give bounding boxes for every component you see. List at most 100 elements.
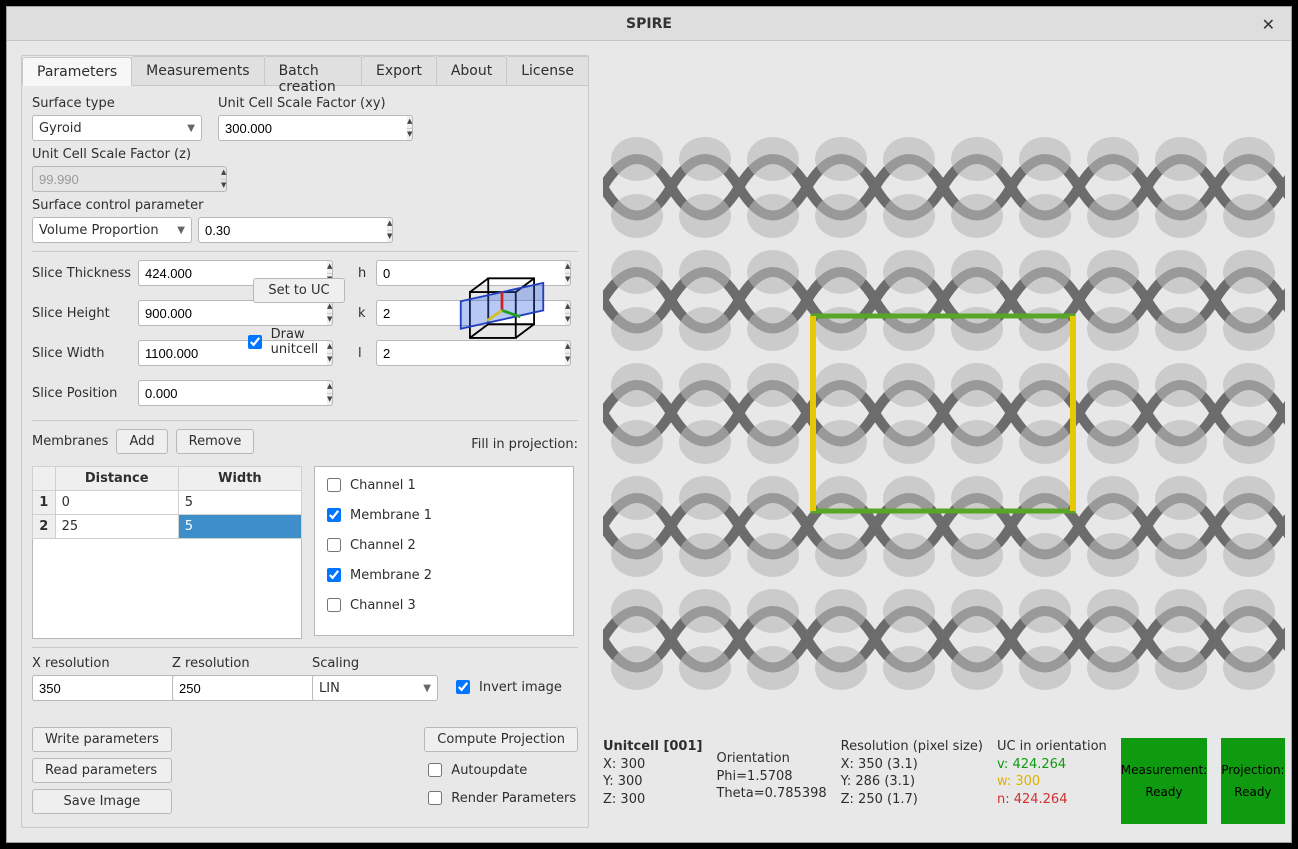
slice-position-input[interactable] bbox=[138, 380, 327, 406]
ucz-label: Unit Cell Scale Factor (z) bbox=[32, 147, 212, 162]
col-width: Width bbox=[178, 467, 301, 491]
ucxy-label: Unit Cell Scale Factor (xy) bbox=[218, 96, 398, 111]
unitcell-cube-icon bbox=[447, 260, 557, 374]
phi: Phi=1.5708 bbox=[716, 769, 792, 784]
app-window: SPIRE ✕ Parameters Measurements Batch cr… bbox=[6, 6, 1292, 843]
draw-unitcell-checkbox[interactable] bbox=[248, 335, 262, 349]
theta: Theta=0.785398 bbox=[716, 786, 826, 801]
h-spinner[interactable]: ▲▼ bbox=[565, 260, 571, 286]
slice-thickness-label: Slice Thickness bbox=[32, 266, 132, 281]
add-membrane-button[interactable]: Add bbox=[116, 429, 167, 454]
surface-type-value: Gyroid bbox=[39, 121, 82, 136]
window-title: SPIRE bbox=[626, 16, 672, 32]
render-params-label: Render Parameters bbox=[451, 791, 576, 806]
projection-preview bbox=[603, 131, 1285, 696]
fill-label: Membrane 2 bbox=[350, 568, 432, 583]
slice-position-spinner[interactable]: ▲▼ bbox=[327, 380, 333, 406]
k-spinner[interactable]: ▲▼ bbox=[565, 300, 571, 326]
projection-status-value: Ready bbox=[1234, 785, 1271, 799]
ctrl-num-input[interactable] bbox=[198, 217, 387, 243]
tab-export[interactable]: Export bbox=[361, 56, 437, 85]
orientation-title: Orientation bbox=[716, 751, 789, 766]
fill-label: Membrane 1 bbox=[350, 508, 432, 523]
fill-checkbox[interactable] bbox=[327, 478, 341, 492]
fill-projection-list: Channel 1 Membrane 1 Channel 2 Membrane 2 Ch… bbox=[314, 466, 574, 636]
fill-projection-item[interactable]: Membrane 2 bbox=[323, 565, 565, 585]
measurement-status-label: Measurement: bbox=[1121, 763, 1207, 777]
k-label: k bbox=[358, 306, 370, 321]
membranes-label: Membranes bbox=[32, 434, 108, 449]
save-image-button[interactable]: Save Image bbox=[32, 789, 172, 814]
unitcell-title: Unitcell [001] bbox=[603, 739, 702, 754]
uc-w: w: 300 bbox=[997, 774, 1040, 789]
tab-license[interactable]: License bbox=[506, 56, 589, 85]
tab-measurements[interactable]: Measurements bbox=[131, 56, 264, 85]
set-to-uc-button[interactable]: Set to UC bbox=[253, 278, 345, 303]
chevron-down-icon: ▼ bbox=[187, 123, 195, 134]
fill-label: Channel 1 bbox=[350, 478, 416, 493]
table-row[interactable]: 105 bbox=[33, 491, 302, 515]
uc-x: X: 300 bbox=[603, 757, 645, 772]
fill-label: Channel 3 bbox=[350, 598, 416, 613]
ctrl-value: Volume Proportion bbox=[39, 223, 159, 238]
uc-orient-title: UC in orientation bbox=[997, 739, 1107, 754]
fill-checkbox[interactable] bbox=[327, 508, 341, 522]
res-y: Y: 286 (3.1) bbox=[841, 774, 916, 789]
remove-membrane-button[interactable]: Remove bbox=[176, 429, 255, 454]
scaling-combo[interactable]: LIN ▼ bbox=[312, 675, 438, 701]
ucxy-input[interactable] bbox=[218, 115, 407, 141]
draw-unitcell-label: Draw unitcell bbox=[271, 327, 354, 357]
fill-checkbox[interactable] bbox=[327, 568, 341, 582]
render-params-checkbox[interactable] bbox=[428, 791, 442, 805]
resolution-title: Resolution (pixel size) bbox=[841, 739, 983, 754]
uc-y: Y: 300 bbox=[603, 774, 643, 789]
compute-projection-button[interactable]: Compute Projection bbox=[424, 727, 578, 752]
fill-projection-item[interactable]: Channel 2 bbox=[323, 535, 565, 555]
close-icon[interactable]: ✕ bbox=[1256, 13, 1281, 36]
ctrl-label: Surface control parameter bbox=[32, 198, 212, 213]
table-row[interactable]: 2255 bbox=[33, 515, 302, 539]
surface-type-combo[interactable]: Gyroid ▼ bbox=[32, 115, 202, 141]
chevron-down-icon: ▼ bbox=[177, 225, 185, 236]
tab-strip: Parameters Measurements Batch creation E… bbox=[22, 56, 588, 86]
fill-label: Channel 2 bbox=[350, 538, 416, 553]
slice-width-label: Slice Width bbox=[32, 346, 132, 361]
scaling-label: Scaling bbox=[312, 656, 442, 671]
invert-image-checkbox[interactable] bbox=[456, 680, 470, 694]
fill-projection-item[interactable]: Channel 3 bbox=[323, 595, 565, 615]
measurement-status-badge: Measurement: Ready bbox=[1121, 738, 1207, 824]
fill-checkbox[interactable] bbox=[327, 538, 341, 552]
tab-about[interactable]: About bbox=[436, 56, 507, 85]
titlebar: SPIRE ✕ bbox=[7, 7, 1291, 41]
fill-projection-item[interactable]: Channel 1 bbox=[323, 475, 565, 495]
ucz-input bbox=[32, 166, 221, 192]
x-res-label: X resolution bbox=[32, 656, 162, 671]
ucxy-spinner[interactable]: ▲▼ bbox=[407, 115, 413, 141]
scaling-value: LIN bbox=[319, 681, 340, 696]
autoupdate-checkbox[interactable] bbox=[428, 763, 442, 777]
fill-checkbox[interactable] bbox=[327, 598, 341, 612]
l-label: l bbox=[358, 346, 370, 361]
res-z: Z: 250 (1.7) bbox=[841, 792, 918, 807]
uc-v: v: 424.264 bbox=[997, 757, 1066, 772]
membranes-table[interactable]: Distance Width 1052255 bbox=[32, 466, 302, 639]
status-bar: Unitcell [001] X: 300 Y: 300 Z: 300 Orie… bbox=[603, 738, 1277, 828]
ctrl-num-spinner[interactable]: ▲▼ bbox=[387, 217, 393, 243]
slice-height-label: Slice Height bbox=[32, 306, 132, 321]
read-parameters-button[interactable]: Read parameters bbox=[32, 758, 172, 783]
uc-n: n: 424.264 bbox=[997, 792, 1068, 807]
chevron-down-icon: ▼ bbox=[423, 683, 431, 694]
write-parameters-button[interactable]: Write parameters bbox=[32, 727, 172, 752]
uc-z: Z: 300 bbox=[603, 792, 645, 807]
l-spinner[interactable]: ▲▼ bbox=[565, 340, 571, 366]
left-panel: Parameters Measurements Batch creation E… bbox=[21, 55, 589, 828]
ctrl-combo[interactable]: Volume Proportion ▼ bbox=[32, 217, 192, 243]
h-label: h bbox=[358, 266, 370, 281]
tab-parameters[interactable]: Parameters bbox=[22, 57, 132, 86]
projection-status-label: Projection: bbox=[1221, 763, 1284, 777]
tab-batch-creation[interactable]: Batch creation bbox=[264, 56, 362, 85]
invert-image-label: Invert image bbox=[479, 680, 562, 695]
col-distance: Distance bbox=[55, 467, 178, 491]
fill-projection-item[interactable]: Membrane 1 bbox=[323, 505, 565, 525]
ucz-spinner: ▲▼ bbox=[221, 166, 227, 192]
